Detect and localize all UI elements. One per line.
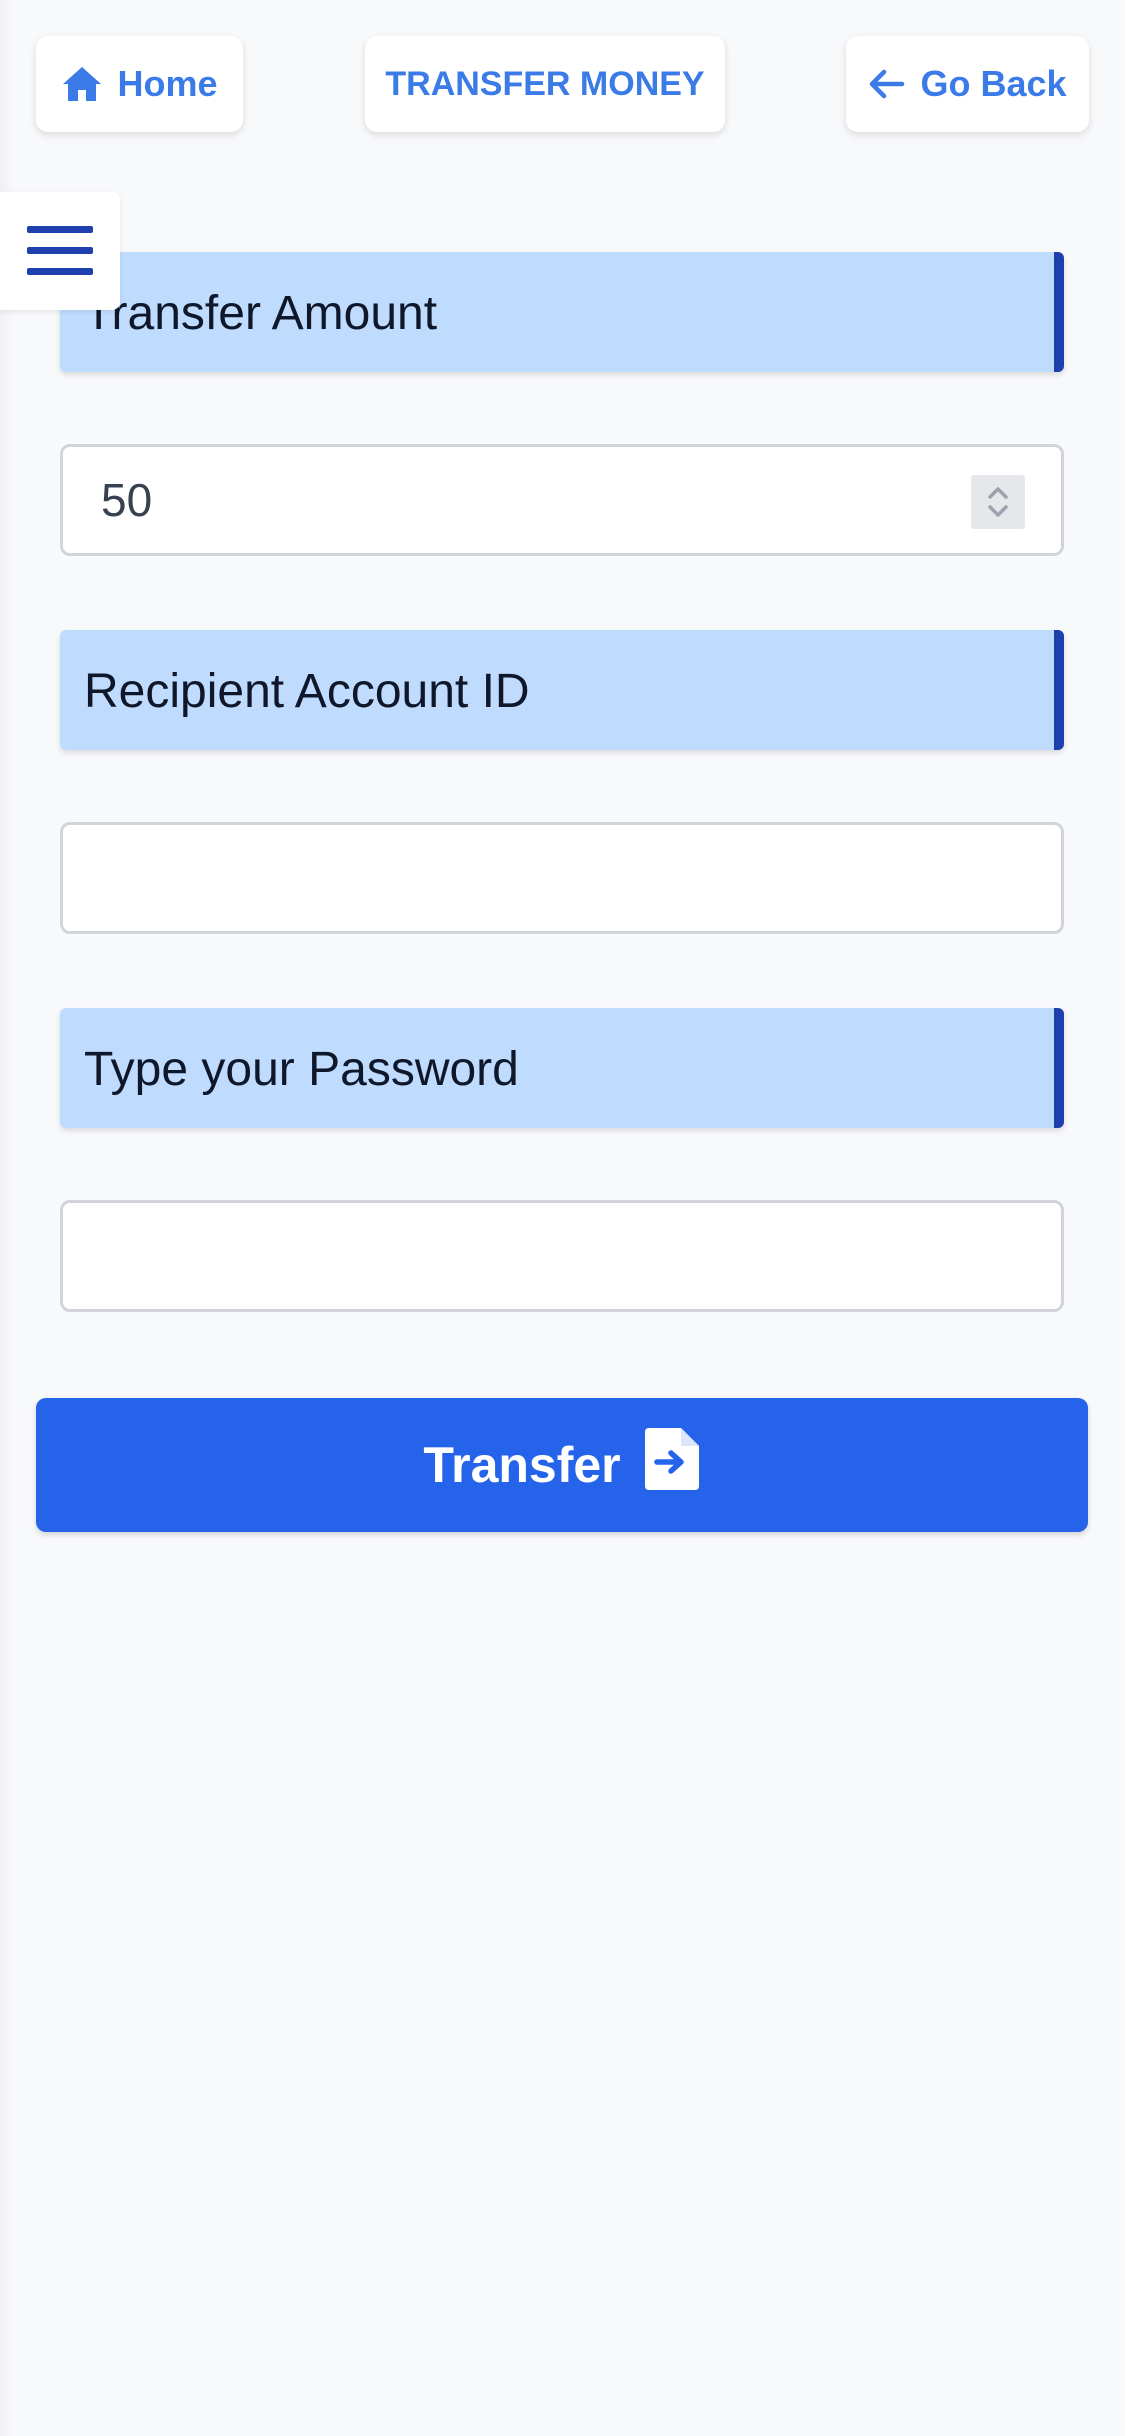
go-back-button[interactable]: Go Back: [846, 36, 1089, 132]
menu-toggle-button[interactable]: [0, 192, 120, 310]
password-input[interactable]: [60, 1200, 1064, 1312]
menu-bar: [27, 226, 93, 233]
transfer-amount-input[interactable]: 50: [60, 444, 1064, 556]
home-button[interactable]: Home: [36, 36, 243, 132]
file-arrow-right-icon: [643, 1426, 701, 1504]
transfer-button-label: Transfer: [423, 1437, 621, 1493]
transfer-amount-header: Transfer Amount: [60, 252, 1064, 372]
home-icon: [61, 65, 103, 103]
chevron-up-down-icon: [988, 487, 1008, 517]
password-label: Type your Password: [84, 1043, 519, 1096]
transfer-amount-value: 50: [101, 474, 153, 526]
go-back-label: Go Back: [920, 63, 1067, 104]
recipient-account-label: Recipient Account ID: [84, 665, 530, 718]
page-title-text: TRANSFER MONEY: [385, 64, 705, 103]
transfer-button[interactable]: Transfer: [36, 1398, 1088, 1532]
menu-bar: [27, 247, 93, 254]
menu-bar: [27, 268, 93, 275]
transfer-amount-label: Transfer Amount: [84, 287, 438, 340]
page-title: TRANSFER MONEY: [365, 36, 725, 132]
number-stepper[interactable]: [971, 475, 1025, 529]
recipient-account-header: Recipient Account ID: [60, 630, 1064, 750]
recipient-account-input[interactable]: [60, 822, 1064, 934]
arrow-left-icon: [868, 68, 906, 100]
password-header: Type your Password: [60, 1008, 1064, 1128]
page-edge-shadow: [0, 0, 14, 2436]
home-button-label: Home: [117, 63, 218, 104]
